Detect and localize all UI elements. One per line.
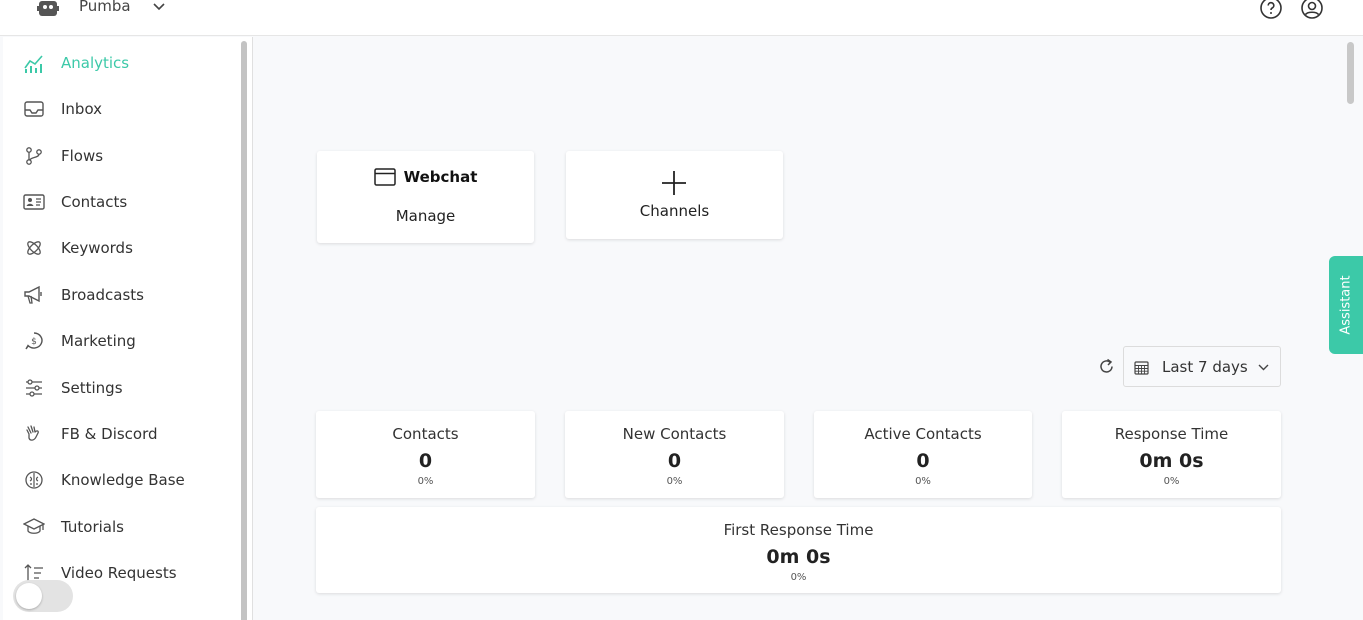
sidebar-scrollbar[interactable] [241, 41, 247, 620]
user-circle-icon[interactable] [1300, 0, 1324, 20]
sidebar-item-settings[interactable]: Settings [23, 376, 233, 400]
stat-value: 0m 0s [1139, 450, 1204, 472]
brain-icon [23, 469, 45, 491]
robot-icon[interactable] [37, 0, 59, 16]
chevron-down-icon [1258, 364, 1269, 371]
sidebar-item-knowledge-base[interactable]: Knowledge Base [23, 468, 233, 492]
sidebar-item-contacts[interactable]: Contacts [23, 190, 233, 214]
stat-title: Active Contacts [864, 425, 982, 443]
chevron-down-icon[interactable] [152, 0, 166, 14]
inbox-icon [23, 98, 45, 120]
stat-card-contacts: Contacts 0 0% [316, 411, 535, 498]
assistant-label: Assistant [1338, 275, 1354, 335]
plus-icon [662, 171, 686, 195]
sidebar-item-broadcasts[interactable]: Broadcasts [23, 283, 233, 307]
webchat-title: Webchat [403, 168, 478, 186]
keywords-icon [23, 237, 45, 259]
webchat-header: Webchat [317, 167, 534, 187]
stat-title: First Response Time [723, 521, 874, 539]
sidebar-item-label: Analytics [61, 54, 130, 72]
sidebar-item-label: Video Requests [61, 564, 177, 582]
megaphone-icon [23, 284, 45, 306]
stat-card-first-response-time: First Response Time 0m 0s 0% [316, 507, 1281, 593]
sidebar-item-flows[interactable]: Flows [23, 144, 233, 168]
sidebar-item-inbox[interactable]: Inbox [23, 97, 233, 121]
svg-text:$: $ [31, 337, 37, 347]
stat-card-response-time: Response Time 0m 0s 0% [1062, 411, 1281, 498]
marketing-icon: $ [23, 330, 45, 352]
flows-icon [23, 145, 45, 167]
stat-change: 0% [666, 476, 683, 487]
stat-title: Contacts [392, 425, 459, 443]
sidebar-item-label: Inbox [61, 100, 103, 118]
stat-change: 0% [915, 476, 931, 487]
date-range-select[interactable]: Last 7 days [1123, 346, 1281, 387]
sidebar-item-label: Marketing [61, 332, 136, 350]
sidebar: Analytics Inbox Flows Contacts Keywords … [3, 37, 253, 620]
browser-window-icon [373, 168, 396, 186]
contacts-icon [23, 191, 45, 213]
stat-change: 0% [1163, 476, 1180, 487]
analytics-icon [23, 52, 45, 74]
sidebar-item-label: Knowledge Base [61, 471, 185, 489]
wave-hand-icon [23, 423, 45, 445]
sidebar-item-marketing[interactable]: $ Marketing [23, 329, 233, 353]
stat-value: 0 [418, 450, 433, 472]
main-scrollbar[interactable] [1347, 42, 1354, 104]
stat-change: 0% [417, 476, 434, 487]
sidebar-item-keywords[interactable]: Keywords [23, 236, 233, 260]
sidebar-item-label: FB & Discord [61, 425, 158, 443]
stat-title: New Contacts [622, 425, 727, 443]
theme-toggle[interactable] [13, 580, 73, 612]
date-range-value: Last 7 days [1162, 358, 1248, 376]
stat-value: 0m 0s [766, 546, 831, 568]
webchat-manage-link[interactable]: Manage [317, 207, 534, 225]
sidebar-item-label: Tutorials [61, 518, 124, 536]
sidebar-item-label: Flows [61, 147, 104, 165]
stat-card-new-contacts: New Contacts 0 0% [565, 411, 784, 498]
stat-card-active-contacts: Active Contacts 0 0% [814, 411, 1032, 498]
graduation-cap-icon [23, 516, 45, 538]
sidebar-item-fb-discord[interactable]: FB & Discord [23, 422, 233, 446]
stat-value: 0 [667, 450, 682, 472]
help-circle-icon[interactable] [1259, 0, 1283, 20]
assistant-tab[interactable]: Assistant [1329, 256, 1363, 354]
sidebar-item-label: Settings [61, 379, 123, 397]
sidebar-item-tutorials[interactable]: Tutorials [23, 515, 233, 539]
refresh-icon[interactable] [1098, 358, 1115, 375]
add-channel-label: Channels [639, 202, 710, 220]
stat-title: Response Time [1114, 425, 1229, 443]
sidebar-item-label: Broadcasts [61, 286, 144, 304]
stat-change: 0% [790, 572, 807, 583]
toggle-knob [16, 583, 42, 609]
top-bar: Pumba [0, 0, 1363, 36]
calendar-icon [1134, 361, 1149, 375]
sidebar-item-label: Keywords [61, 239, 133, 257]
bot-name[interactable]: Pumba [79, 0, 131, 15]
sliders-icon [23, 377, 45, 399]
add-channel-card[interactable]: Channels [566, 151, 783, 239]
stat-value: 0 [916, 450, 930, 472]
webchat-channel-card[interactable]: Webchat Manage [317, 151, 534, 243]
sidebar-item-label: Contacts [61, 193, 128, 211]
sidebar-item-analytics[interactable]: Analytics [23, 51, 233, 75]
